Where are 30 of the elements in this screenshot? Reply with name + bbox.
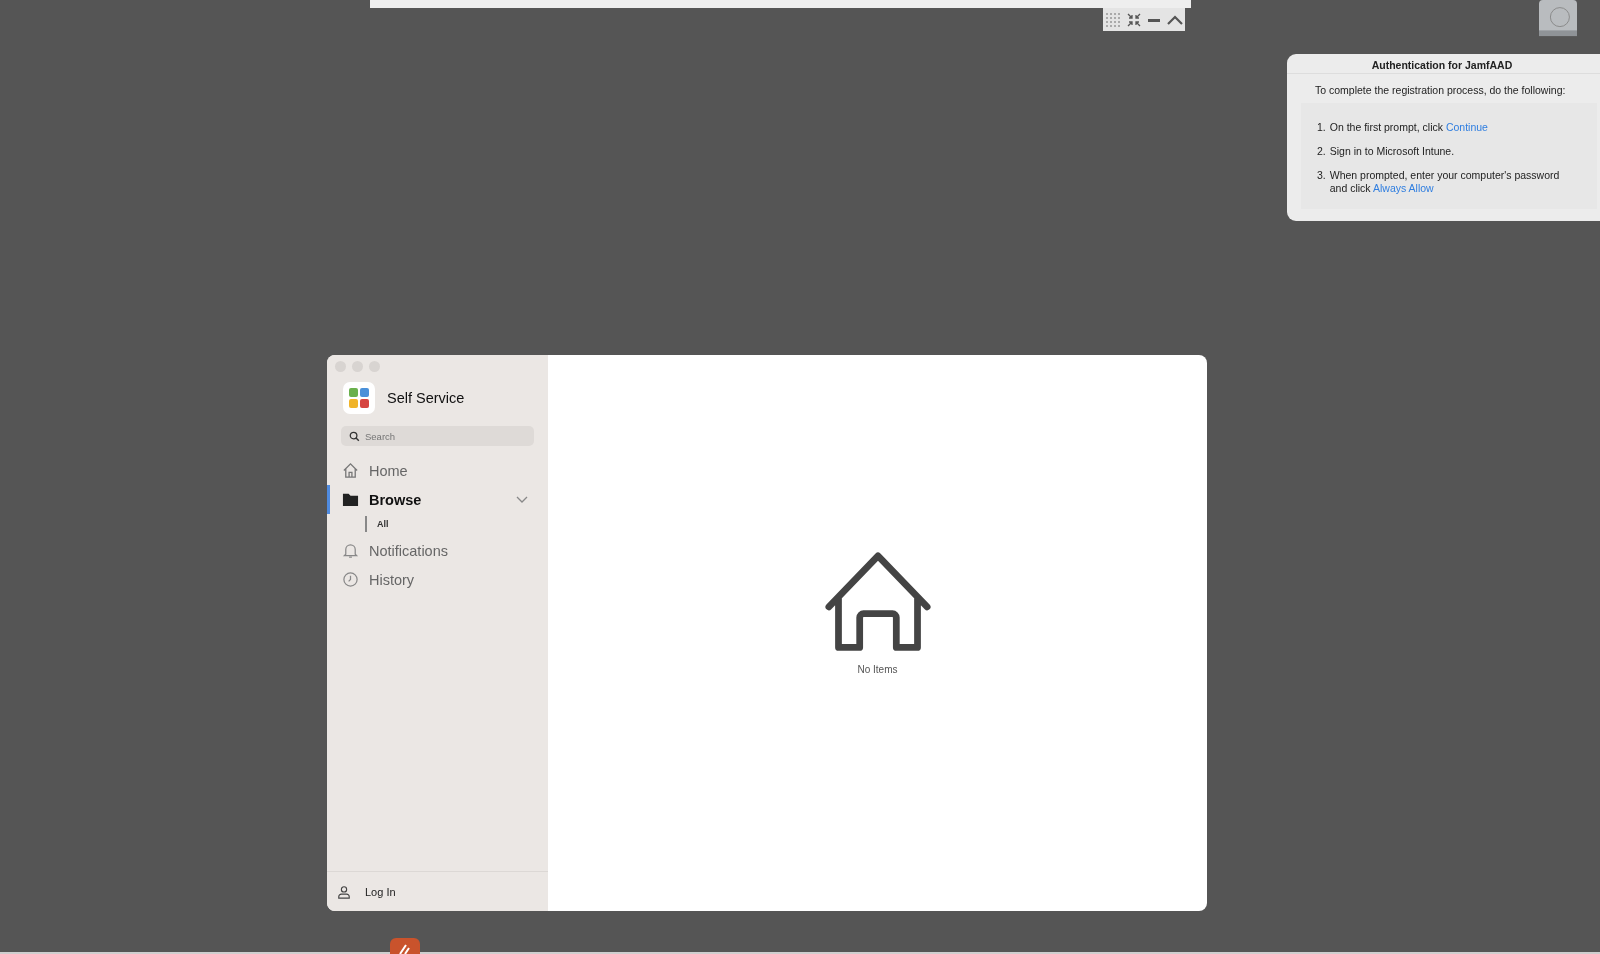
sidebar-item[interactable]: Notifications [327, 536, 548, 565]
person-icon [337, 884, 351, 899]
step-text: When prompted, enter your computer's password and click Always Allow [1329, 169, 1561, 195]
home-icon [342, 462, 359, 479]
folder-icon [342, 491, 359, 508]
empty-state-text: No Items [857, 663, 898, 675]
step-number: 3. [1317, 169, 1326, 183]
login-button[interactable]: Log In [327, 884, 396, 899]
bell-icon [342, 542, 359, 559]
app-title: Self Service [387, 390, 465, 406]
step-text: On the first prompt, click Continue [1329, 121, 1489, 134]
instructions-text: To complete the registration process, do the following: [1314, 83, 1567, 96]
notification-title: Authentication for JamfAAD [1287, 54, 1600, 74]
step-number: 1. [1317, 121, 1326, 134]
app-icon[interactable] [390, 938, 420, 954]
step-link[interactable]: Continue [1445, 121, 1488, 133]
sidebar-item[interactable]: Home [327, 456, 548, 485]
chevron-icon[interactable] [516, 495, 528, 504]
sidebar-item[interactable]: History [327, 565, 548, 594]
step-text: Sign in to Microsoft Intune. [1329, 145, 1456, 158]
sidebar-item[interactable]: Browse [327, 485, 548, 514]
collapse-icon[interactable] [1125, 11, 1142, 28]
search-field[interactable]: Search [341, 426, 534, 446]
step-number: 2. [1317, 145, 1326, 158]
hard-drive-icon[interactable] [1536, 0, 1580, 38]
search-icon [349, 430, 360, 442]
sidebar-subitem[interactable]: All [365, 516, 548, 532]
step-link[interactable]: Always Allow [1372, 182, 1434, 194]
clock-icon [342, 571, 359, 588]
app-logo-icon [343, 382, 375, 414]
